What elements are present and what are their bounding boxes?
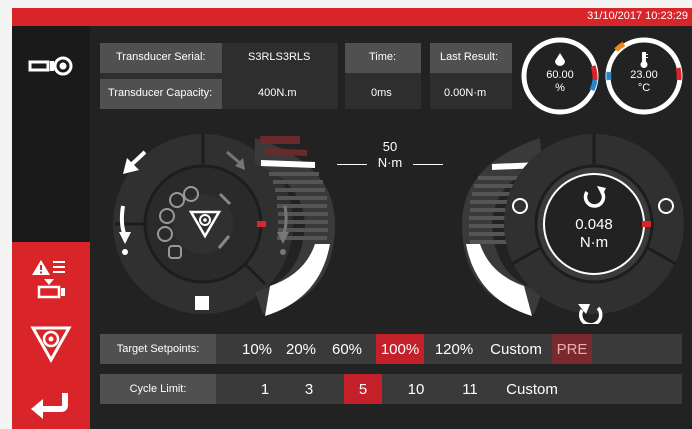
cycle-option-5[interactable]: 5 — [344, 374, 382, 404]
transducer-info-panel: Transducer Serial: S3RLS3RLS Transducer … — [100, 43, 338, 109]
scale-unit: N·m — [377, 155, 403, 170]
serial-label-box: Transducer Serial: — [100, 43, 222, 73]
target-setpoints-label: Target Setpoints: — [100, 334, 216, 364]
transducer-serial-label: Transducer Serial: — [116, 51, 206, 63]
transducer-serial-value: S3RLS3RLS — [248, 51, 311, 63]
setpoint-option-120[interactable]: 120% — [430, 334, 478, 364]
temperature-gauge: 23.00 °C — [604, 36, 684, 116]
setpoint-option-10[interactable]: 10% — [236, 334, 278, 364]
scale-right-line — [413, 164, 443, 165]
thermometer-icon — [640, 52, 648, 68]
transducer-connect-button[interactable] — [12, 26, 90, 106]
humidity-unit: % — [555, 82, 565, 94]
cycle-option-10[interactable]: 10 — [396, 374, 436, 404]
back-button[interactable] — [12, 382, 90, 426]
cycle-limit-label: Cycle Limit: — [100, 374, 216, 404]
temperature-value: 23.00 — [630, 69, 658, 81]
last-result-value: 0.00N·m — [444, 87, 487, 99]
target-setpoints-row: Target Setpoints: 10% 20% 60% 100% 120% … — [100, 334, 682, 364]
temperature-unit: °C — [637, 82, 651, 94]
datetime-label: 31/10/2017 10:23:29 — [587, 10, 688, 22]
scale-max-value: 50 — [382, 139, 398, 154]
transducer-capacity-label: Transducer Capacity: — [108, 87, 213, 99]
cycle-option-custom[interactable]: Custom — [502, 374, 562, 404]
setpoint-option-pre[interactable]: PRE — [552, 334, 592, 364]
time-label-box: Time: — [345, 43, 421, 73]
humidity-gauge: 60.00 % — [520, 36, 600, 116]
setpoint-option-custom[interactable]: Custom — [486, 334, 546, 364]
sidebar-actions — [12, 242, 90, 429]
setpoint-option-60[interactable]: 60% — [326, 334, 368, 364]
cycle-option-11[interactable]: 11 — [450, 374, 490, 404]
warning-export-icon — [32, 260, 65, 299]
torque-unit: N·m — [579, 234, 609, 251]
last-result-label-box: Last Result: — [430, 43, 512, 73]
capacity-label-box: Transducer Capacity: — [100, 79, 222, 109]
last-result-panel: Last Result: 0.00N·m — [430, 43, 512, 109]
last-result-label: Last Result: — [440, 51, 499, 63]
time-value: 0ms — [371, 87, 392, 99]
setpoint-dial — [113, 134, 335, 316]
warning-export-button[interactable] — [12, 250, 90, 310]
cycle-option-1[interactable]: 1 — [250, 374, 280, 404]
return-arrow-icon — [31, 393, 68, 419]
humidity-value: 60.00 — [546, 69, 574, 81]
cycle-limit-row: Cycle Limit: 1 3 5 10 11 Custom — [100, 374, 682, 404]
transducer-icon — [28, 56, 73, 76]
target-mode-button[interactable] — [12, 318, 90, 370]
torque-value: 0.048 — [575, 216, 613, 233]
setpoint-option-20[interactable]: 20% — [280, 334, 322, 364]
target-triangle-icon — [30, 326, 72, 364]
scale-left-line — [337, 164, 367, 165]
app-window: 31/10/2017 10:23:29 Transducer Serial: S… — [12, 8, 692, 429]
transducer-capacity-value: 400N.m — [258, 87, 297, 99]
sidebar — [12, 26, 90, 429]
cycle-option-3[interactable]: 3 — [294, 374, 324, 404]
setpoint-option-100[interactable]: 100% — [376, 334, 424, 364]
status-bar: 31/10/2017 10:23:29 — [12, 8, 692, 26]
time-label: Time: — [369, 51, 397, 63]
time-panel: Time: 0ms — [345, 43, 421, 109]
droplet-icon — [555, 53, 565, 66]
main-content: Transducer Serial: S3RLS3RLS Transducer … — [90, 26, 692, 429]
